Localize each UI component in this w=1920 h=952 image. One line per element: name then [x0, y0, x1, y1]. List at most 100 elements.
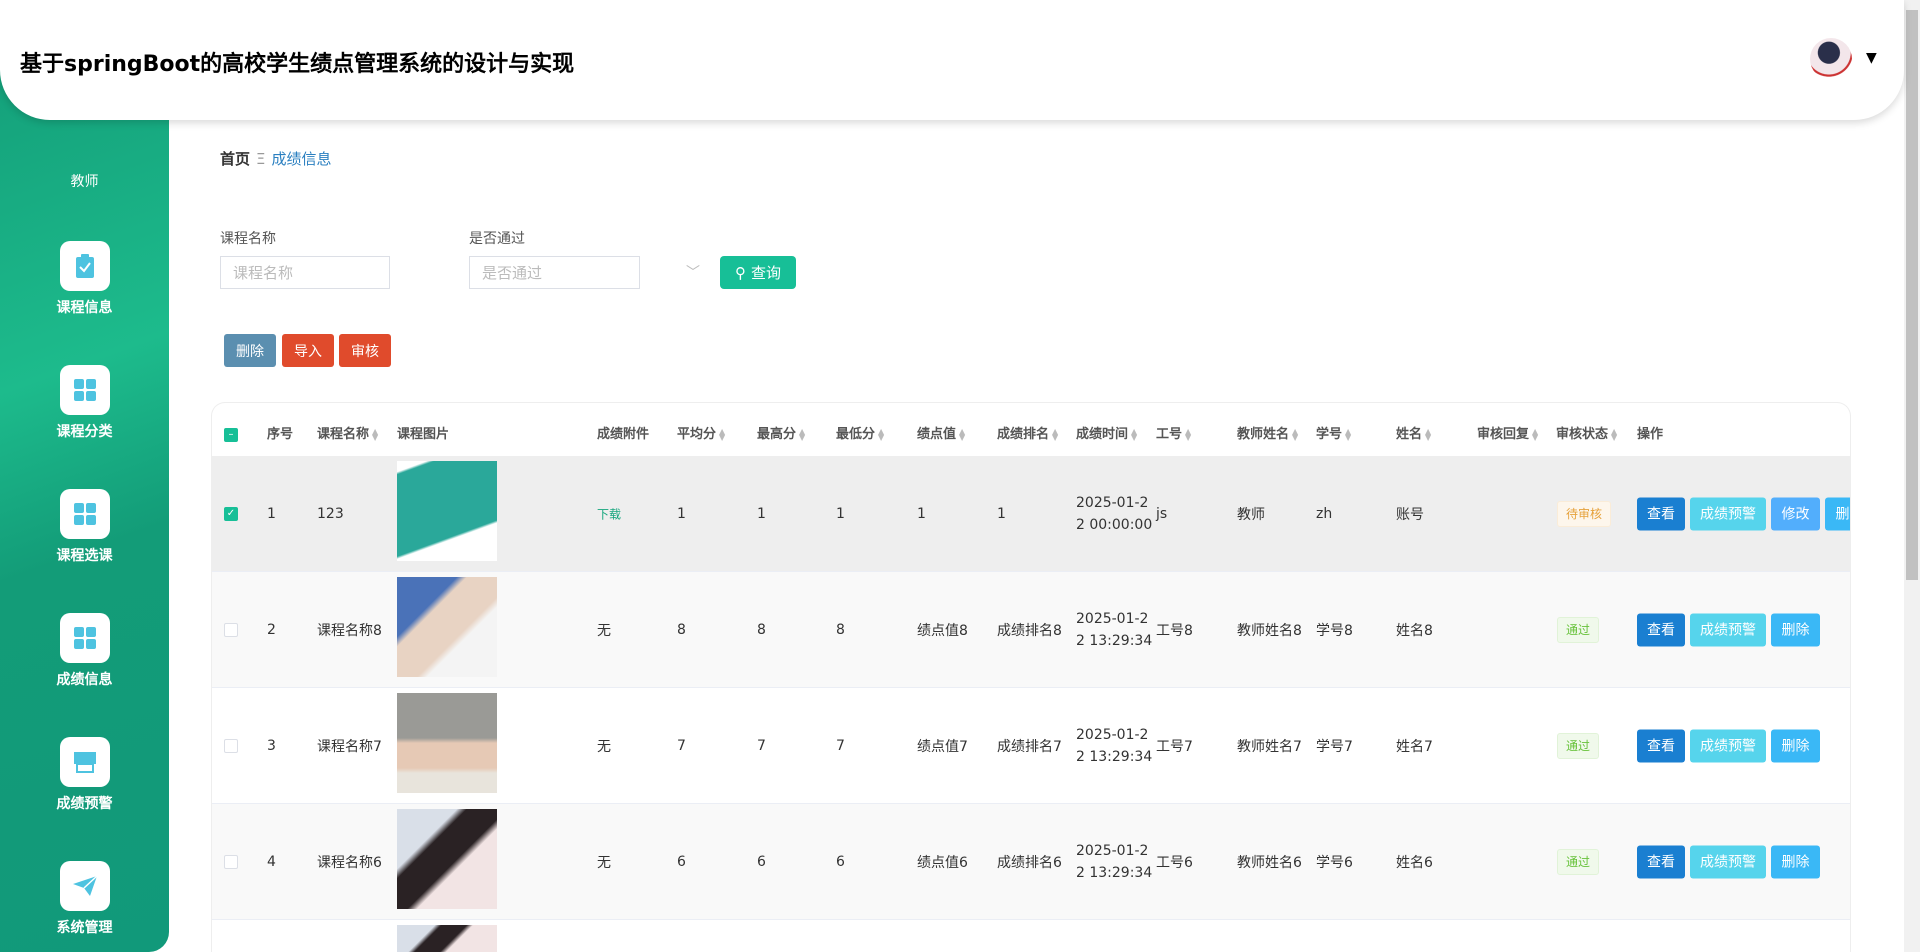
- row-view-button[interactable]: 查看: [1637, 729, 1685, 762]
- column-header-label: 审核回复: [1477, 427, 1530, 442]
- row-delete-button[interactable]: 删除: [1771, 845, 1820, 878]
- column-header[interactable]: 成绩时间 ▲ ▼: [1076, 425, 1137, 445]
- row-checkbox[interactable]: [224, 855, 238, 869]
- cell-course: 123: [317, 505, 344, 522]
- cell-sname: 姓名7: [1396, 738, 1433, 755]
- caret-down-icon[interactable]: ▼: [1866, 50, 1877, 66]
- cell-rank: 成绩排名8: [997, 622, 1062, 639]
- sort-icon[interactable]: ▲ ▼: [1532, 427, 1538, 441]
- sort-icon[interactable]: ▲ ▼: [1425, 427, 1431, 441]
- row-checkbox[interactable]: [224, 623, 238, 637]
- sidebar-item-2[interactable]: 课程分类: [0, 365, 169, 441]
- row-delete-button[interactable]: 删除: [1771, 729, 1820, 762]
- status-badge: 通过: [1557, 616, 1600, 643]
- cell-tname: 教师姓名6: [1237, 854, 1302, 871]
- sort-icon[interactable]: ▲ ▼: [719, 427, 725, 441]
- row-checkbox[interactable]: [224, 739, 238, 753]
- sidebar-item-3[interactable]: 课程选课: [0, 489, 169, 565]
- column-header-label: 序号: [267, 427, 294, 442]
- scrollbar-thumb[interactable]: [1906, 10, 1918, 580]
- row-view-button[interactable]: 查看: [1637, 497, 1685, 530]
- sort-icon[interactable]: ▲ ▼: [1185, 427, 1191, 441]
- cell-sname: 账号: [1396, 506, 1424, 523]
- row-edit-button[interactable]: 修改: [1771, 497, 1820, 530]
- course-image[interactable]: [397, 461, 497, 561]
- cell-time: 2025-01-2 2 13:29:34: [1076, 724, 1152, 768]
- cell-sid: 学号8: [1316, 622, 1353, 639]
- cell-no: 3: [267, 737, 276, 754]
- row-view-button[interactable]: 查看: [1637, 613, 1685, 646]
- row-delete-button[interactable]: 删除: [1825, 497, 1850, 530]
- cell-no: 1: [267, 505, 276, 522]
- sort-icon[interactable]: ▲ ▼: [878, 427, 884, 441]
- sidebar-item-6[interactable]: 系统管理: [0, 861, 169, 937]
- column-header[interactable]: 学号 ▲ ▼: [1316, 425, 1351, 445]
- sidebar-item-5[interactable]: 成绩预警: [0, 737, 169, 813]
- column-header[interactable]: 审核回复 ▲ ▼: [1477, 425, 1538, 445]
- table-row[interactable]: [212, 920, 1850, 952]
- cell-time-line1: 2025-01-2: [1076, 726, 1149, 743]
- cell-avg: 7: [677, 737, 686, 754]
- column-header[interactable]: 平均分 ▲ ▼: [677, 425, 725, 445]
- clipboard-check-icon: [59, 241, 110, 291]
- row-warning-button[interactable]: 成绩预警: [1690, 497, 1766, 530]
- row-warning-button[interactable]: 成绩预警: [1690, 845, 1766, 878]
- column-header[interactable]: 教师姓名 ▲ ▼: [1237, 425, 1298, 445]
- sort-icon[interactable]: ▲ ▼: [1611, 427, 1617, 441]
- column-header: 序号: [267, 425, 293, 445]
- course-image[interactable]: [397, 925, 497, 952]
- cell-max: 1: [757, 505, 766, 522]
- batch-delete-button[interactable]: 删除: [224, 334, 276, 367]
- course-image[interactable]: [397, 809, 497, 909]
- query-button[interactable]: ⚲ 查询: [720, 256, 796, 289]
- import-button[interactable]: 导入: [282, 334, 334, 367]
- avatar[interactable]: [1810, 38, 1852, 80]
- course-name-input[interactable]: [220, 256, 390, 289]
- sidebar-item-label: 课程选课: [56, 548, 113, 564]
- table-row[interactable]: 2 课程名称8 无 8 8 8 绩点值8 成绩排名8 工号8 教师姓名8 学号8 姓名8 2025-01…: [212, 572, 1850, 688]
- column-header[interactable]: 课程名称 ▲ ▼: [317, 425, 378, 445]
- column-header[interactable]: 绩点值 ▲ ▼: [917, 425, 965, 445]
- column-header[interactable]: 成绩排名 ▲ ▼: [997, 425, 1058, 445]
- column-header[interactable]: 最低分 ▲ ▼: [836, 425, 884, 445]
- sort-icon[interactable]: ▲ ▼: [1052, 427, 1058, 441]
- chevron-down-icon[interactable]: ﹀: [686, 262, 700, 282]
- sort-icon[interactable]: ▲ ▼: [1345, 427, 1351, 441]
- row-view-button[interactable]: 查看: [1637, 845, 1685, 878]
- cell-time-line1: 2025-01-2: [1076, 494, 1149, 511]
- course-image[interactable]: [397, 693, 497, 793]
- cell-sid: zh: [1316, 505, 1333, 522]
- row-warning-button[interactable]: 成绩预警: [1690, 613, 1766, 646]
- cell-attach[interactable]: 下载: [597, 505, 621, 522]
- pass-select[interactable]: [469, 256, 640, 289]
- cell-time: 2025-01-2 2 13:29:34: [1076, 608, 1152, 652]
- column-header[interactable]: 姓名 ▲ ▼: [1396, 425, 1431, 445]
- column-header[interactable]: 工号 ▲ ▼: [1156, 425, 1191, 445]
- sidebar-item-4[interactable]: 成绩信息: [0, 613, 169, 689]
- sidebar-item-1[interactable]: 课程信息: [0, 241, 169, 317]
- sort-icon[interactable]: ▲ ▼: [372, 427, 378, 441]
- app-title: 基于springBoot的高校学生绩点管理系统的设计与实现: [20, 52, 575, 77]
- row-checkbox[interactable]: ✓: [224, 507, 238, 521]
- column-header[interactable]: 审核状态 ▲ ▼: [1556, 425, 1617, 445]
- sort-icon[interactable]: ▲ ▼: [959, 427, 965, 441]
- cell-min: 8: [836, 621, 845, 638]
- table-row[interactable]: 4 课程名称6 无 6 6 6 绩点值6 成绩排名6 工号6 教师姓名6 学号6 姓名6 2025-01…: [212, 804, 1850, 920]
- table-row[interactable]: ✓ 1 123 下载 1 1 1 1 1 js 教师 zh 账号 2025-01-2 2 00:00:00 待…: [212, 456, 1850, 572]
- row-delete-button[interactable]: 删除: [1771, 613, 1820, 646]
- cell-avg: 6: [677, 853, 686, 870]
- cell-no: 2: [267, 621, 276, 638]
- sort-icon[interactable]: ▲ ▼: [1131, 427, 1137, 441]
- table-row[interactable]: 3 课程名称7 无 7 7 7 绩点值7 成绩排名7 工号7 教师姓名7 学号7 姓名7 2025-01…: [212, 688, 1850, 804]
- breadcrumb-home[interactable]: 首页: [220, 150, 250, 168]
- column-header[interactable]: 最高分 ▲ ▼: [757, 425, 805, 445]
- course-image[interactable]: [397, 577, 497, 677]
- cell-tname: 教师姓名8: [1237, 622, 1302, 639]
- cell-time-line1: 2025-01-2: [1076, 610, 1149, 627]
- row-warning-button[interactable]: 成绩预警: [1690, 729, 1766, 762]
- sort-icon[interactable]: ▲ ▼: [799, 427, 805, 441]
- audit-button[interactable]: 审核: [339, 334, 391, 367]
- sort-icon[interactable]: ▲ ▼: [1292, 427, 1298, 441]
- page-scrollbar[interactable]: [1904, 0, 1920, 952]
- select-all-checkbox[interactable]: –: [224, 428, 238, 442]
